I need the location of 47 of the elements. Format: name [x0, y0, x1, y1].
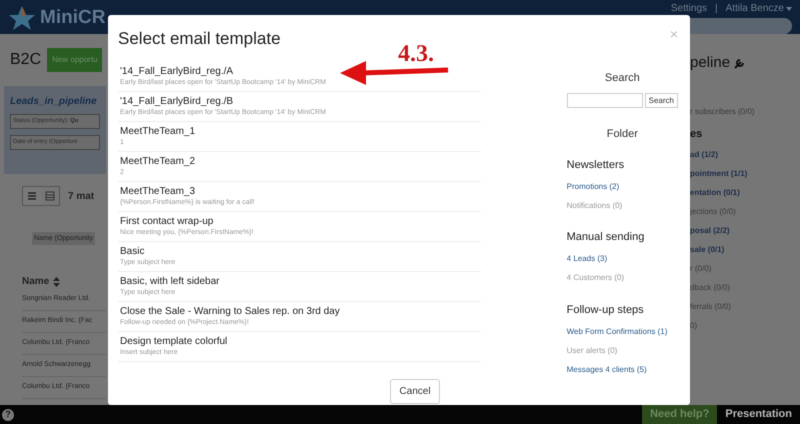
folder-link[interactable]: 4 Customers (0) — [566, 268, 678, 288]
separator: | — [715, 2, 718, 16]
panel-title: Leads_in_pipeline — [10, 95, 98, 109]
need-help-button[interactable]: Need help? — [642, 405, 718, 424]
folder-link[interactable]: Messages 4 clients (5) — [566, 360, 678, 379]
stage-link[interactable]: sale (0/1) — [690, 240, 800, 260]
folder-link[interactable]: Promotions (2) — [566, 177, 678, 196]
stage-link[interactable]: posal (2/2) — [690, 222, 800, 240]
column-header[interactable]: Name — [22, 274, 50, 289]
presentation-button[interactable]: Presentation — [717, 405, 800, 424]
folder-group-heading: Newsletters — [566, 158, 626, 172]
folder-group-heading: Follow-up steps — [566, 302, 645, 318]
wrench-icon[interactable] — [734, 57, 746, 70]
new-opportunity-button[interactable]: New opportu — [47, 48, 102, 72]
search-field[interactable] — [566, 93, 643, 108]
stage-link[interactable]: jections (0/0) — [690, 202, 800, 222]
folder-group-heading: Manual sending — [566, 230, 646, 245]
folder-link[interactable]: 4 Leads (3) — [566, 250, 678, 268]
user-menu[interactable]: Attila Bencze — [726, 1, 792, 16]
caret-icon[interactable] — [786, 6, 792, 10]
help-button[interactable]: ? — [2, 408, 14, 420]
page-title: B2C — [10, 50, 42, 70]
folder-link[interactable]: User alerts (0) — [566, 341, 678, 360]
star-logo-icon — [8, 5, 36, 32]
folder-link[interactable]: Notifications (0) — [566, 196, 678, 215]
sort-icon[interactable] — [53, 276, 60, 286]
stage-link[interactable]: pointment (1/1) — [690, 164, 800, 184]
close-button[interactable]: × — [670, 24, 678, 45]
logo-text: MiniCR — [40, 6, 106, 30]
match-count: 7 mat — [68, 190, 94, 204]
stage-link[interactable]: ad (1/2) — [690, 146, 800, 164]
stage-link[interactable]: dback (0/0) — [690, 278, 800, 298]
stage-link[interactable]: r subscribers (0/0) — [690, 102, 800, 122]
list-view-icon[interactable] — [23, 187, 41, 205]
modal-title: Select email template — [118, 28, 281, 50]
stage-link[interactable]: r (0/0) — [690, 260, 800, 278]
folder-heading: Folder — [606, 127, 639, 142]
search-button[interactable]: Search — [644, 93, 678, 108]
stage-link[interactable]: ferrals (0/0) — [690, 298, 800, 316]
folder-link[interactable]: Web Form Confirmations (1) — [566, 322, 678, 341]
search-heading: Search — [604, 70, 641, 86]
pipeline-title: peline — [690, 53, 730, 73]
stage-link[interactable]: 0) — [690, 316, 800, 336]
cancel-button[interactable]: Cancel — [390, 379, 440, 404]
settings-link[interactable]: Settings — [670, 1, 708, 16]
section-heading: es — [690, 127, 704, 142]
stage-link[interactable]: entation (0/1) — [690, 184, 800, 202]
